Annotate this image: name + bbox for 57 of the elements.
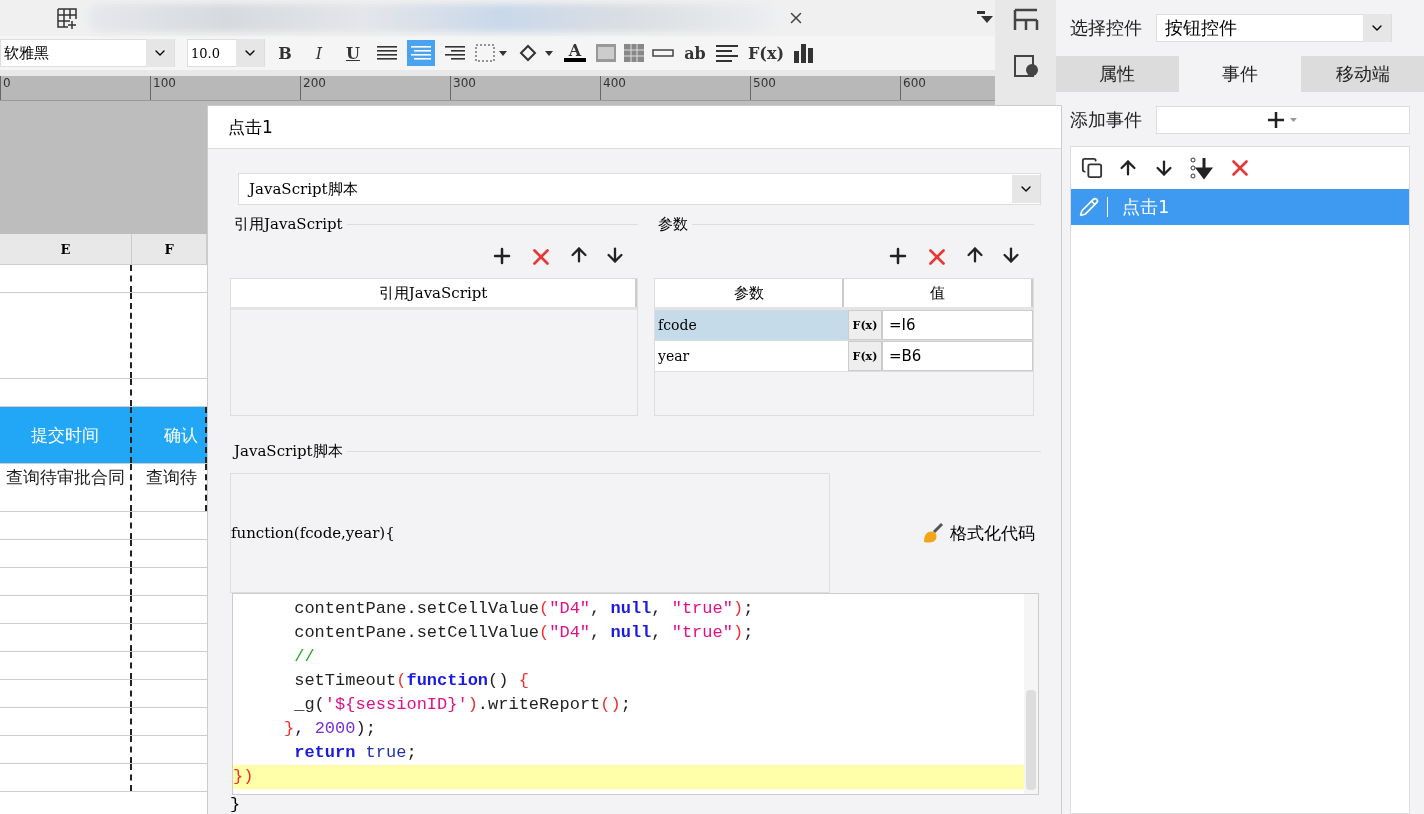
text-tool-button[interactable]: ab <box>681 40 709 66</box>
section-title: 引用JavaScript <box>233 215 344 234</box>
column-header: 值 <box>844 279 1033 307</box>
align-center-button[interactable] <box>407 40 435 66</box>
merge-cells-icon[interactable] <box>595 43 617 63</box>
info-table-icon[interactable] <box>1012 54 1039 78</box>
add-event-label: 添加事件 <box>1070 108 1142 132</box>
paragraph-icon[interactable] <box>715 43 739 63</box>
code-line: setTimeout(function() { <box>293 670 530 692</box>
table-grid-icon[interactable] <box>623 43 645 63</box>
dialog-title: 点击1 <box>208 106 1061 149</box>
table-header-cell: 提交时间 <box>0 407 132 463</box>
type-select[interactable]: JavaScript脚本 <box>238 173 1041 205</box>
formula-button[interactable]: F(x) <box>848 341 882 371</box>
panel-tab[interactable]: 属性 <box>1056 56 1179 92</box>
code-editor[interactable]: contentPane.setCellValue("D4", null, "true"); contentPane.setCellValue("D4", null, "true"); // setTimeout(function() { _g('${sessionID}').writeReport(); }, 2000); return true; }) <box>232 593 1039 795</box>
panel-tab[interactable]: 移动端 <box>1301 56 1424 92</box>
code-line: contentPane.setCellValue("D4", null, "true"); <box>293 598 755 620</box>
parameter-value-field[interactable]: =B6 <box>882 341 1033 371</box>
control-select[interactable]: 按钮控件 <box>1156 14 1392 42</box>
select-control-label: 选择控件 <box>1070 16 1142 40</box>
font-size-field[interactable]: 10.0 <box>187 39 265 67</box>
bar-chart-icon[interactable] <box>793 43 816 63</box>
function-signature: function(fcode,year){ <box>231 524 395 542</box>
pencil-icon <box>1079 197 1099 217</box>
code-line: }, 2000); <box>283 718 377 740</box>
section-title: JavaScript脚本 <box>231 442 344 461</box>
code-line: contentPane.setCellValue("D4", null, "true"); <box>293 622 755 644</box>
table-header-cell: 确认 <box>132 407 207 463</box>
formula-button[interactable]: F(x) <box>848 310 882 340</box>
parameter-name-cell[interactable]: year <box>655 341 848 371</box>
code-line: _g('${sessionID}').writeReport(); <box>293 694 632 716</box>
column-header[interactable]: E <box>0 234 132 264</box>
column-header: 参数 <box>655 279 844 307</box>
italic-button[interactable]: I <box>305 40 333 66</box>
ruler: 0 100 200 300 400 500 600 <box>0 76 995 101</box>
table-add-icon[interactable] <box>56 7 78 29</box>
paint-bucket-icon[interactable] <box>517 43 555 63</box>
font-family-field[interactable]: 软雅黑 <box>0 39 175 67</box>
broom-icon <box>922 522 944 544</box>
copy-icon[interactable] <box>1081 157 1103 179</box>
parameter-name-cell[interactable]: fcode <box>655 310 848 340</box>
column-header: 引用JavaScript <box>231 279 637 307</box>
section-title: 参数 <box>657 215 689 234</box>
scrollbar-thumb[interactable] <box>1026 690 1036 790</box>
bold-button[interactable]: B <box>271 40 299 66</box>
code-line: return true; <box>293 742 418 764</box>
closing-brace: } <box>230 795 241 814</box>
font-color-button[interactable]: A <box>561 40 589 66</box>
parameter-value-field[interactable]: =I6 <box>882 310 1033 340</box>
text-tool-button[interactable]: F(x) <box>745 40 788 66</box>
code-line: // <box>293 646 316 668</box>
underline-button[interactable]: U <box>339 40 367 66</box>
format-code-button[interactable]: 格式化代码 <box>916 520 1041 546</box>
layout-icon[interactable] <box>1012 8 1039 32</box>
plus-dropdown-icon <box>1266 110 1300 130</box>
move-to-bottom-icon[interactable] <box>1189 156 1213 180</box>
